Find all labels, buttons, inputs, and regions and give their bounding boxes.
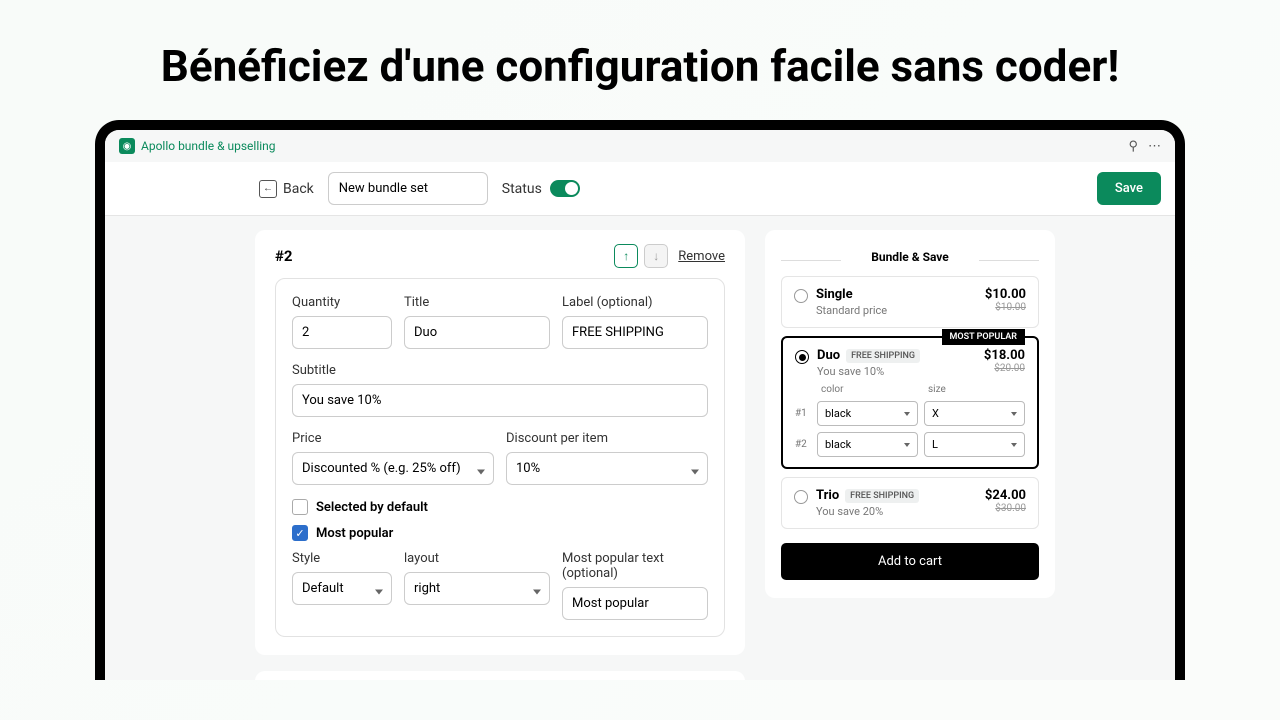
label-input[interactable]: [562, 316, 708, 349]
price-label: Price: [292, 431, 494, 446]
option-name: Trio: [816, 488, 839, 503]
default-checkbox[interactable]: [292, 499, 308, 515]
status-group: Status: [502, 180, 580, 197]
title-label: Title: [404, 295, 550, 310]
default-checkbox-row: Selected by default: [292, 499, 708, 515]
hero-headline: Bénéficiez d'une configuration facile sa…: [0, 0, 1280, 120]
label-label: Label (optional): [562, 295, 708, 310]
variant-size-select[interactable]: X: [924, 401, 1025, 426]
default-checkbox-label: Selected by default: [316, 500, 428, 515]
preview-option-single[interactable]: Single Standard price $10.00 $10.00: [781, 276, 1039, 328]
brand-icon: ◉: [119, 138, 135, 154]
option-price: $24.00: [985, 488, 1026, 503]
style-field: Style Default: [292, 551, 392, 620]
preview-option-duo[interactable]: MOST POPULAR Duo FREE SHIPPING You save …: [781, 336, 1039, 469]
add-to-cart-button[interactable]: Add to cart: [781, 543, 1039, 580]
quantity-input[interactable]: [292, 316, 392, 349]
editor-column: #2 ↑ ↓ Remove Quantity Title Label (opti…: [255, 230, 745, 680]
layout-select[interactable]: right: [404, 572, 550, 605]
price-select[interactable]: Discounted % (e.g. 25% off): [292, 452, 494, 485]
bundle-card-2: #2 ↑ ↓ Remove Quantity Title Label (opti…: [255, 230, 745, 655]
preview-option-trio[interactable]: Trio FREE SHIPPING You save 20% $24.00 $…: [781, 477, 1039, 529]
preview-card: Bundle & Save Single Standard price $10.…: [765, 230, 1055, 598]
device-frame: ◉ Apollo bundle & upselling ⚲ ⋯ ← Back S…: [95, 120, 1185, 680]
card-header: #2 ↑ ↓ Remove: [255, 230, 745, 278]
title-input[interactable]: [404, 316, 550, 349]
card-number: #2: [275, 247, 293, 265]
subtitle-label: Subtitle: [292, 363, 708, 378]
radio-icon: [794, 490, 808, 504]
subtitle-field: Subtitle: [292, 363, 708, 417]
popular-checkbox-label: Most popular: [316, 526, 393, 541]
option-name: Single: [816, 287, 853, 302]
option-old-price: $20.00: [984, 363, 1025, 374]
variant-row-2: #2 black L: [795, 432, 1025, 457]
toolbar: ← Back Status Save: [105, 162, 1175, 216]
variant-size-select[interactable]: L: [924, 432, 1025, 457]
option-price: $10.00: [985, 287, 1026, 302]
discount-select[interactable]: 10%: [506, 452, 708, 485]
radio-icon: [794, 289, 808, 303]
discount-label: Discount per item: [506, 431, 708, 446]
app-screen: ◉ Apollo bundle & upselling ⚲ ⋯ ← Back S…: [105, 130, 1175, 680]
pin-icon[interactable]: ⚲: [1128, 139, 1138, 154]
shipping-badge: FREE SHIPPING: [846, 349, 920, 363]
status-toggle[interactable]: [550, 180, 580, 197]
subtitle-input[interactable]: [292, 384, 708, 417]
popular-checkbox-row: ✓ Most popular: [292, 525, 708, 541]
style-label: Style: [292, 551, 392, 566]
variant-color-header: color: [817, 384, 918, 395]
bundle-card-3: #3 ↑ Remove: [255, 671, 745, 680]
move-down-button[interactable]: ↓: [644, 244, 668, 268]
variant-size-header: size: [924, 384, 1025, 395]
price-field: Price Discounted % (e.g. 25% off): [292, 431, 494, 485]
card-actions: ↑ ↓ Remove: [614, 244, 725, 268]
style-select[interactable]: Default: [292, 572, 392, 605]
move-up-button[interactable]: ↑: [614, 244, 638, 268]
layout-label: layout: [404, 551, 550, 566]
variant-index: #2: [795, 439, 811, 450]
form-box: Quantity Title Label (optional) Subtitle…: [275, 278, 725, 637]
bundle-name-input[interactable]: [328, 172, 488, 205]
variant-color-select[interactable]: black: [817, 401, 918, 426]
back-icon: ←: [259, 180, 277, 198]
shipping-badge: FREE SHIPPING: [845, 489, 919, 503]
variant-index: #1: [795, 408, 811, 419]
remove-link[interactable]: Remove: [678, 249, 725, 264]
popular-checkbox[interactable]: ✓: [292, 525, 308, 541]
brand-name: Apollo bundle & upselling: [141, 139, 276, 153]
option-subtitle: You save 10%: [817, 365, 976, 378]
quantity-field: Quantity: [292, 295, 392, 349]
option-subtitle: Standard price: [816, 304, 977, 317]
content-area: #2 ↑ ↓ Remove Quantity Title Label (opti…: [105, 216, 1175, 680]
variant-color-select[interactable]: black: [817, 432, 918, 457]
discount-field: Discount per item 10%: [506, 431, 708, 485]
option-price: $18.00: [984, 348, 1025, 363]
quantity-label: Quantity: [292, 295, 392, 310]
label-field: Label (optional): [562, 295, 708, 349]
option-old-price: $30.00: [985, 503, 1026, 514]
layout-field: layout right: [404, 551, 550, 620]
preview-column: Bundle & Save Single Standard price $10.…: [765, 230, 1055, 680]
app-header: ◉ Apollo bundle & upselling ⚲ ⋯: [105, 130, 1175, 162]
status-label: Status: [502, 181, 542, 197]
save-button[interactable]: Save: [1097, 172, 1161, 205]
header-actions: ⚲ ⋯: [1128, 139, 1161, 154]
option-old-price: $10.00: [985, 302, 1026, 313]
card-header: #3 ↑ Remove: [255, 671, 745, 680]
app-brand: ◉ Apollo bundle & upselling: [119, 138, 276, 154]
mpt-input[interactable]: [562, 587, 708, 620]
preview-title: Bundle & Save: [781, 244, 1039, 276]
option-name: Duo: [817, 348, 840, 363]
title-field: Title: [404, 295, 550, 349]
popular-tag: MOST POPULAR: [942, 329, 1025, 345]
mpt-field: Most popular text (optional): [562, 551, 708, 620]
radio-icon: [795, 350, 809, 364]
back-button[interactable]: ← Back: [259, 180, 314, 198]
more-icon[interactable]: ⋯: [1148, 139, 1161, 154]
back-label: Back: [283, 181, 314, 197]
option-subtitle: You save 20%: [816, 505, 977, 518]
variant-row-1: #1 black X: [795, 401, 1025, 426]
mpt-label: Most popular text (optional): [562, 551, 708, 581]
